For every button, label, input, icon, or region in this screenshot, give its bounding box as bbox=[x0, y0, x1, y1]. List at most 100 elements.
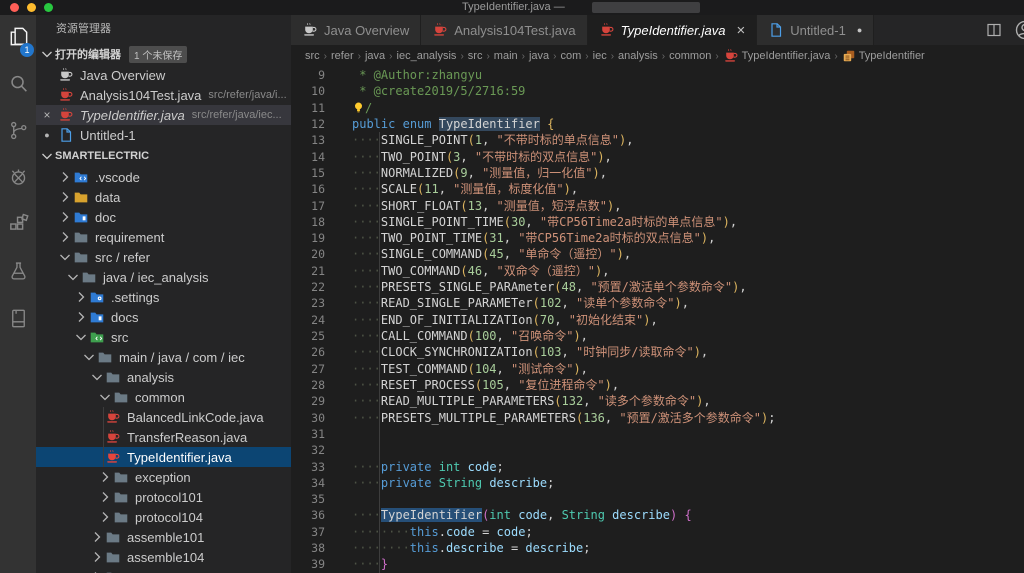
split-editor-icon[interactable] bbox=[986, 22, 1002, 38]
line-number[interactable]: 9 bbox=[291, 67, 325, 83]
code-line[interactable]: 35 bbox=[291, 491, 1024, 507]
code-line[interactable]: 23 ····READ_SINGLE_PARAMETer(102, "读单个参数命… bbox=[291, 295, 1024, 311]
code-line[interactable]: 11/ bbox=[291, 100, 1024, 116]
line-number[interactable]: 31 bbox=[291, 426, 325, 442]
tab-java-overview[interactable]: Java Overview bbox=[291, 15, 422, 45]
code-line[interactable]: 27 ····TEST_COMMAND(104, "测试命令"), bbox=[291, 361, 1024, 377]
line-number[interactable]: 19 bbox=[291, 230, 325, 246]
line-number[interactable]: 34 bbox=[291, 475, 325, 491]
tree-item--settings[interactable]: .settings bbox=[36, 287, 291, 307]
line-number[interactable]: 29 bbox=[291, 393, 325, 409]
breadcrumb-item[interactable]: common bbox=[669, 50, 711, 62]
line-number[interactable]: 37 bbox=[291, 524, 325, 540]
tree-item-assemble101[interactable]: assemble101 bbox=[36, 527, 291, 547]
tree-item-data[interactable]: data bbox=[36, 187, 291, 207]
tree-item-partial[interactable] bbox=[36, 567, 291, 573]
open-editor-item[interactable]: ● Untitled-1 bbox=[36, 125, 291, 145]
activity-bar-item-search[interactable] bbox=[0, 62, 36, 109]
code-line[interactable]: 29 ····READ_MULTIPLE_PARAMETERS(132, "读多个… bbox=[291, 393, 1024, 409]
line-number[interactable]: 27 bbox=[291, 361, 325, 377]
code-line[interactable]: 38 ········this.describe = describe; bbox=[291, 540, 1024, 556]
code-line[interactable]: 19 ····TWO_POINT_TIME(31, "带CP56Time2a时标的… bbox=[291, 230, 1024, 246]
line-number[interactable]: 10 bbox=[291, 83, 325, 99]
open-editor-item[interactable]: Java Overview bbox=[36, 65, 291, 85]
code-line[interactable]: 22 ····PRESETS_SINGLE_PARAmeter(48, "预置/激… bbox=[291, 279, 1024, 295]
code-line[interactable]: 24 ····END_OF_INITIALIZATIon(70, "初始化结束")… bbox=[291, 312, 1024, 328]
code-line[interactable]: 14 ····TWO_POINT(3, "不带时标的双点信息"), bbox=[291, 149, 1024, 165]
minimize-button[interactable] bbox=[27, 3, 36, 12]
breadcrumb-item[interactable]: com bbox=[561, 50, 582, 62]
line-number[interactable]: 36 bbox=[291, 507, 325, 523]
line-number[interactable]: 14 bbox=[291, 149, 325, 165]
code-line[interactable]: 9 * @Author:zhangyu bbox=[291, 67, 1024, 83]
open-editor-item[interactable]: × TypeIdentifier.java src/refer/java/iec..… bbox=[36, 105, 291, 125]
code-line[interactable]: 37 ········this.code = code; bbox=[291, 524, 1024, 540]
code-line[interactable]: 10 * @create2019/5/2716:59 bbox=[291, 83, 1024, 99]
tree-item--vscode[interactable]: .vscode bbox=[36, 167, 291, 187]
code-line[interactable]: 32 bbox=[291, 442, 1024, 458]
line-number[interactable]: 28 bbox=[291, 377, 325, 393]
code-line[interactable]: 33 ····private int code; bbox=[291, 459, 1024, 475]
code-line[interactable]: 13 ····SINGLE_POINT(1, "不带时标的单点信息"), bbox=[291, 132, 1024, 148]
tree-item-typeidentifier-java[interactable]: TypeIdentifier.java bbox=[36, 447, 291, 467]
line-number[interactable]: 23 bbox=[291, 295, 325, 311]
activity-bar-item-extensions[interactable] bbox=[0, 203, 36, 250]
tree-item-docs[interactable]: docs bbox=[36, 307, 291, 327]
tree-item-requirement[interactable]: requirement bbox=[36, 227, 291, 247]
zoom-button[interactable] bbox=[44, 3, 53, 12]
breadcrumb-item[interactable]: java bbox=[365, 50, 385, 62]
activity-bar-item-notebook[interactable] bbox=[0, 297, 36, 344]
breadcrumb-item[interactable]: analysis bbox=[618, 50, 658, 62]
code-line[interactable]: 18 ····SINGLE_POINT_TIME(30, "带CP56Time2a… bbox=[291, 214, 1024, 230]
breadcrumb-item[interactable]: java bbox=[529, 50, 549, 62]
code-line[interactable]: 20 ····SINGLE_COMMAND(45, "单命令（遥控）"), bbox=[291, 246, 1024, 262]
breadcrumb-item[interactable]: TypeIdentifier.java bbox=[723, 48, 830, 64]
tree-item-exception[interactable]: exception bbox=[36, 467, 291, 487]
tree-item-src-refer[interactable]: src / refer bbox=[36, 247, 291, 267]
code-line[interactable]: 31 bbox=[291, 426, 1024, 442]
code-line[interactable]: 12 public enum TypeIdentifier { bbox=[291, 116, 1024, 132]
line-number[interactable]: 18 bbox=[291, 214, 325, 230]
breadcrumb-item[interactable]: refer bbox=[331, 50, 354, 62]
tree-item-assemble104[interactable]: assemble104 bbox=[36, 547, 291, 567]
line-number[interactable]: 11 bbox=[291, 100, 325, 116]
line-number[interactable]: 25 bbox=[291, 328, 325, 344]
tree-item-java-iec-analysis[interactable]: java / iec_analysis bbox=[36, 267, 291, 287]
activity-bar-item-files[interactable]: 1 bbox=[0, 15, 36, 62]
code-line[interactable]: 34 ····private String describe; bbox=[291, 475, 1024, 491]
tab-analysis104test-java[interactable]: Analysis104Test.java bbox=[421, 15, 588, 45]
tab-typeidentifier-java[interactable]: TypeIdentifier.java × bbox=[587, 15, 758, 45]
tree-item-protocol104[interactable]: protocol104 bbox=[36, 507, 291, 527]
close-button[interactable] bbox=[10, 3, 19, 12]
line-number[interactable]: 13 bbox=[291, 132, 325, 148]
tree-item-common[interactable]: common bbox=[36, 387, 291, 407]
breadcrumb-item[interactable]: iec bbox=[593, 50, 607, 62]
line-number[interactable]: 38 bbox=[291, 540, 325, 556]
tree-item-transferreason-java[interactable]: TransferReason.java bbox=[36, 427, 291, 447]
open-editors-section-header[interactable]: 打开的编辑器 1 个未保存 bbox=[36, 43, 291, 65]
line-number[interactable]: 20 bbox=[291, 246, 325, 262]
line-number[interactable]: 39 bbox=[291, 556, 325, 572]
dirty-dot-icon[interactable]: ● bbox=[857, 25, 862, 35]
tree-item-src[interactable]: src bbox=[36, 327, 291, 347]
breadcrumb-item[interactable]: src bbox=[468, 50, 483, 62]
breadcrumb-item[interactable]: iec_analysis bbox=[397, 50, 457, 62]
code-line[interactable]: 17 ····SHORT_FLOAT(13, "测量值，短浮点数"), bbox=[291, 198, 1024, 214]
line-number[interactable]: 17 bbox=[291, 198, 325, 214]
code-line[interactable]: 39 ····} bbox=[291, 556, 1024, 572]
line-number[interactable]: 16 bbox=[291, 181, 325, 197]
activity-bar-item-test-flask[interactable] bbox=[0, 250, 36, 297]
line-number[interactable]: 12 bbox=[291, 116, 325, 132]
activity-bar-item-debug[interactable] bbox=[0, 156, 36, 203]
account-icon[interactable] bbox=[1014, 19, 1024, 41]
tree-item-doc[interactable]: doc bbox=[36, 207, 291, 227]
line-number[interactable]: 32 bbox=[291, 442, 325, 458]
code-line[interactable]: 21 ····TWO_COMMAND(46, "双命令（遥控）"), bbox=[291, 263, 1024, 279]
project-section-header[interactable]: SMARTELECTRIC bbox=[36, 145, 291, 167]
tree-item-balancedlinkcode-java[interactable]: BalancedLinkCode.java bbox=[36, 407, 291, 427]
activity-bar-item-source-control[interactable] bbox=[0, 109, 36, 156]
code-line[interactable]: 30 ····PRESETS_MULTIPLE_PARAMETERS(136, "… bbox=[291, 410, 1024, 426]
line-number[interactable]: 26 bbox=[291, 344, 325, 360]
open-editor-item[interactable]: Analysis104Test.java src/refer/java/i... bbox=[36, 85, 291, 105]
line-number[interactable]: 35 bbox=[291, 491, 325, 507]
